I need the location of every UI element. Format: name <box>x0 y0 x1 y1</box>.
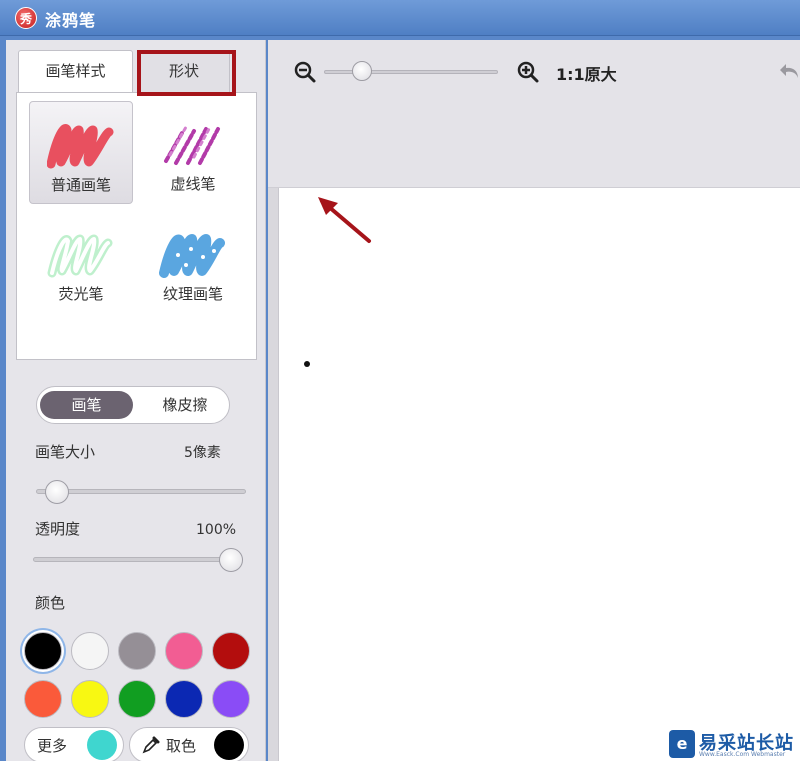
color-swatch[interactable] <box>118 680 156 718</box>
app-logo-icon: 秀 <box>15 7 37 29</box>
canvas-toolbar: 1:1原大 <box>268 40 800 188</box>
more-color-preview <box>87 730 117 760</box>
actual-size-button[interactable]: 1:1原大 <box>556 61 617 85</box>
color-swatch[interactable] <box>24 680 62 718</box>
brush-mode-button[interactable]: 画笔 <box>40 391 133 419</box>
color-swatch[interactable] <box>71 632 109 670</box>
brush-dot-mark <box>304 361 310 367</box>
workspace: 1:1原大 <box>268 40 800 761</box>
brush-label-dashed: 虚线笔 <box>170 175 216 193</box>
brush-item-dashed[interactable]: 虚线笔 <box>141 101 245 204</box>
more-colors-button[interactable]: 更多 <box>24 727 124 761</box>
opacity-value: 100% <box>196 522 237 538</box>
zoom-in-icon[interactable] <box>516 60 540 88</box>
left-panel: 画笔样式 形状 普通画笔 虚线笔 荧光笔 纹理画笔 画笔 橡皮擦 画笔大小 5像… <box>6 40 266 761</box>
zoom-out-icon[interactable] <box>293 60 317 88</box>
drawing-canvas[interactable] <box>278 188 800 761</box>
tab-brush-style[interactable]: 画笔样式 <box>18 50 133 92</box>
brush-item-texture[interactable]: 纹理画笔 <box>141 211 245 314</box>
brush-item-normal[interactable]: 普通画笔 <box>29 101 133 204</box>
site-logo-icon: e <box>669 730 695 758</box>
title-bar: 秀 涂鸦笔 <box>0 0 800 36</box>
brush-item-highlighter[interactable]: 荧光笔 <box>29 211 133 314</box>
color-swatch[interactable] <box>71 680 109 718</box>
brush-size-label: 画笔大小 <box>35 443 96 461</box>
brush-size-slider-knob[interactable] <box>45 480 70 504</box>
opacity-slider-track[interactable] <box>33 557 243 562</box>
more-colors-label: 更多 <box>37 737 68 755</box>
brush-label-highlighter: 荧光笔 <box>58 285 104 303</box>
color-picker-label: 取色 <box>166 737 197 755</box>
color-label: 颜色 <box>35 594 66 612</box>
brush-label-texture: 纹理画笔 <box>162 285 223 303</box>
opacity-slider-knob[interactable] <box>219 548 243 572</box>
color-picker-button[interactable]: 取色 <box>129 727 249 761</box>
window-title: 涂鸦笔 <box>45 11 97 30</box>
color-swatch[interactable] <box>165 632 203 670</box>
color-swatch[interactable] <box>24 632 62 670</box>
eraser-mode-button[interactable]: 橡皮擦 <box>145 391 225 419</box>
texture-brush-icon <box>159 234 225 278</box>
site-watermark: e 易采站长站 Www.Easck.Com Webmaster <box>666 727 800 761</box>
eyedropper-icon <box>142 736 160 758</box>
zoom-slider-knob[interactable] <box>352 61 372 81</box>
highlighter-icon <box>47 234 113 278</box>
color-swatch[interactable] <box>165 680 203 718</box>
brush-size-value: 5像素 <box>184 445 221 461</box>
picked-color-preview <box>214 730 244 760</box>
color-swatch[interactable] <box>212 632 250 670</box>
brush-eraser-toggle: 画笔 橡皮擦 <box>36 386 230 424</box>
dashed-pen-icon <box>164 125 220 165</box>
undo-icon[interactable] <box>780 60 800 86</box>
zoom-slider-track[interactable] <box>324 70 498 74</box>
opacity-label: 透明度 <box>35 520 81 538</box>
shape-tab-highlight-box <box>137 50 236 96</box>
color-swatch[interactable] <box>212 680 250 718</box>
annotation-arrow-icon <box>318 197 371 243</box>
color-swatch[interactable] <box>118 632 156 670</box>
brush-style-list: 普通画笔 虚线笔 荧光笔 纹理画笔 <box>16 92 257 360</box>
normal-brush-icon <box>47 124 114 169</box>
brush-label-normal: 普通画笔 <box>50 176 111 194</box>
watermark-subtext: Www.Easck.Com Webmaster <box>699 751 786 758</box>
